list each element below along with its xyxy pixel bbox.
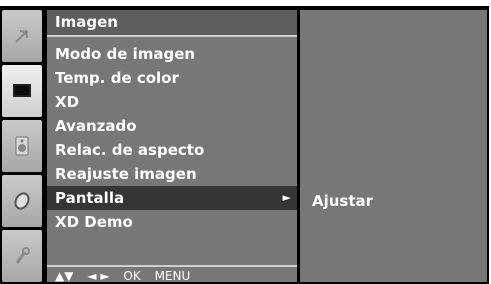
rail-item-station[interactable]: [2, 10, 42, 62]
menu-list: Modo de imagen Temp. de color XD Avanzad…: [47, 42, 297, 234]
tv-osd-frame: Imagen Modo de imagen Temp. de color XD …: [0, 6, 489, 284]
menu-item-label: Reajuste imagen: [55, 165, 197, 183]
menu-item-label: Avanzado: [55, 117, 137, 135]
menu-item-label: Modo de imagen: [55, 45, 196, 63]
speaker-icon: [15, 136, 29, 156]
navigation-hint: ▲▼ ◄ ► OK MENU: [55, 269, 200, 283]
menu-item-label: Pantalla: [55, 189, 125, 207]
submenu-arrow-icon: ►: [282, 191, 291, 204]
satellite-dish-icon: [15, 30, 28, 43]
menu-item-label: XD: [55, 93, 80, 111]
menu-title: Imagen: [47, 10, 297, 35]
rail-item-picture[interactable]: [2, 65, 42, 117]
rail-item-audio[interactable]: [2, 120, 42, 172]
picture-menu-panel: Imagen Modo de imagen Temp. de color XD …: [47, 10, 297, 283]
ok-hint: OK: [123, 269, 141, 283]
clock-icon: [14, 192, 30, 210]
category-rail: [2, 10, 42, 282]
updown-arrows-icon: ▲▼: [55, 269, 74, 283]
title-divider: [47, 35, 297, 37]
picture-screen-icon: [13, 84, 31, 97]
leftright-arrows-icon: ◄ ►: [87, 269, 110, 283]
rail-item-option[interactable]: [2, 230, 42, 282]
menu-item-xd-demo[interactable]: XD Demo: [47, 210, 297, 234]
menu-hint: MENU: [154, 269, 191, 283]
menu-item-picture-mode[interactable]: Modo de imagen: [47, 42, 297, 66]
nav-divider: [47, 265, 297, 267]
menu-item-picture-reset[interactable]: Reajuste imagen: [47, 162, 297, 186]
wrench-icon: [15, 247, 30, 264]
menu-item-label: XD Demo: [55, 213, 133, 231]
menu-item-xd[interactable]: XD: [47, 90, 297, 114]
menu-item-label: Relac. de aspecto: [55, 141, 205, 159]
menu-item-advanced[interactable]: Avanzado: [47, 114, 297, 138]
menu-item-label: Temp. de color: [55, 69, 179, 87]
submenu-panel: Ajustar: [300, 10, 487, 282]
submenu-item-adjust[interactable]: Ajustar: [312, 192, 373, 210]
rail-item-time[interactable]: [2, 175, 42, 227]
menu-item-screen[interactable]: Pantalla ►: [47, 186, 297, 210]
menu-item-color-temp[interactable]: Temp. de color: [47, 66, 297, 90]
menu-item-aspect-ratio[interactable]: Relac. de aspecto: [47, 138, 297, 162]
